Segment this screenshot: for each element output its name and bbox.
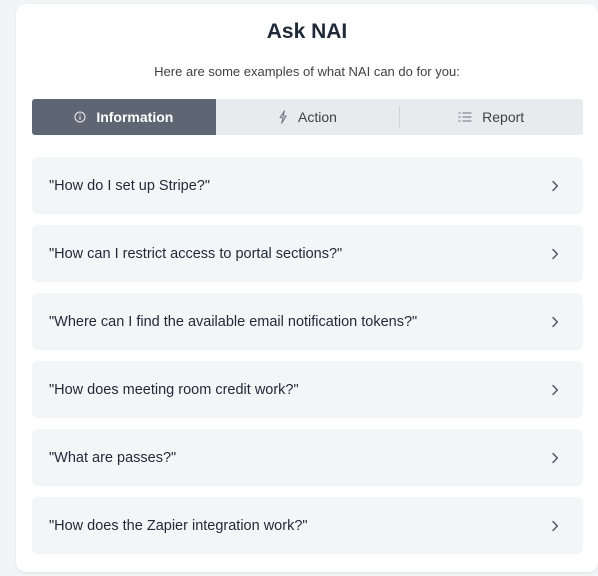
question-label: "Where can I find the available email no… (49, 313, 418, 330)
question-label: "How can I restrict access to portal sec… (49, 245, 343, 262)
example-question-list: "How do I set up Stripe?" "How can I res… (32, 157, 583, 565)
chevron-right-icon (549, 179, 561, 193)
list-item[interactable]: "How does the Zapier integration work?" (32, 497, 583, 554)
list-item[interactable]: "How can I restrict access to portal sec… (32, 225, 583, 282)
tab-action-label: Action (298, 109, 337, 125)
tab-report-label: Report (482, 109, 525, 125)
tab-bar: Information Action Report (32, 99, 583, 135)
question-label: "What are passes?" (49, 449, 177, 466)
info-icon (74, 111, 86, 123)
tab-report[interactable]: Report (399, 99, 583, 135)
lightning-icon (278, 110, 288, 124)
list-item[interactable]: "Where can I find the available email no… (32, 293, 583, 350)
tab-information[interactable]: Information (32, 99, 216, 135)
tab-information-label: Information (96, 109, 174, 125)
chevron-right-icon (549, 451, 561, 465)
list-item[interactable]: "How does meeting room credit work?" (32, 361, 583, 418)
list-icon (458, 111, 472, 123)
chevron-right-icon (549, 383, 561, 397)
question-label: "How does meeting room credit work?" (49, 381, 299, 398)
chevron-right-icon (549, 519, 561, 533)
tab-action[interactable]: Action (216, 99, 400, 135)
ask-nai-panel: Ask NAI Here are some examples of what N… (16, 4, 598, 572)
chevron-right-icon (549, 315, 561, 329)
question-label: "How do I set up Stripe?" (49, 177, 211, 194)
chevron-right-icon (549, 247, 561, 261)
page-title: Ask NAI (266, 20, 348, 43)
list-item[interactable]: "What are passes?" (32, 429, 583, 486)
page-subtitle: Here are some examples of what NAI can d… (154, 64, 460, 79)
list-item[interactable]: "How do I set up Stripe?" (32, 157, 583, 214)
question-label: "How does the Zapier integration work?" (49, 517, 308, 534)
